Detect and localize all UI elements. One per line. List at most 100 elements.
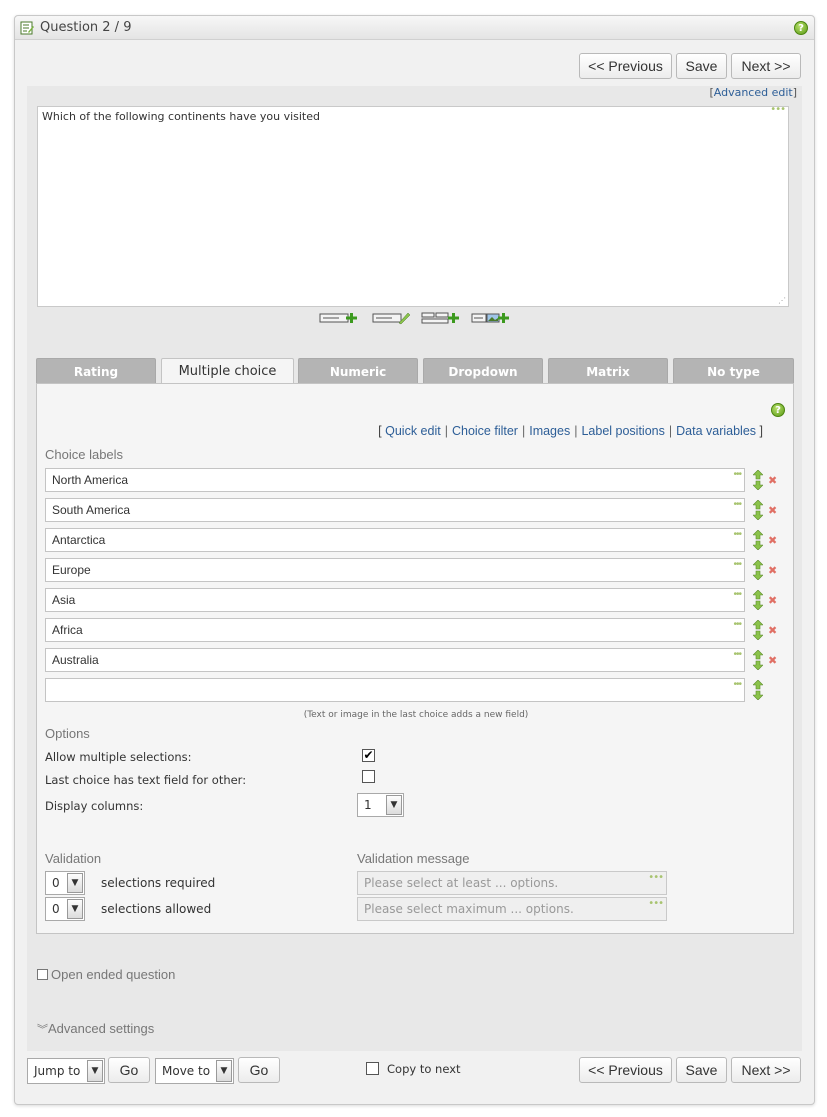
help-icon[interactable]: ? xyxy=(771,403,785,417)
sublinks-close: ] xyxy=(759,424,763,438)
move-arrows-icon[interactable] xyxy=(753,560,763,580)
choice-label: Antarctica xyxy=(52,533,106,547)
delete-icon[interactable]: ✖ xyxy=(768,624,777,637)
jump-to-select[interactable]: Jump to ▼ xyxy=(27,1058,105,1084)
validation-message-heading: Validation message xyxy=(357,851,470,866)
choice-row: North America ••• ✖ xyxy=(45,468,785,492)
delete-icon[interactable]: ✖ xyxy=(768,594,777,607)
delete-icon[interactable]: ✖ xyxy=(768,654,777,667)
save-button[interactable]: Save xyxy=(676,53,727,79)
selections-allowed-select[interactable]: 0 ▼ xyxy=(45,897,85,921)
copy-to-next-label: Copy to next xyxy=(387,1062,461,1076)
save-button[interactable]: Save xyxy=(676,1057,727,1083)
choice-input[interactable]: Australia ••• xyxy=(45,648,745,672)
delete-icon[interactable]: ✖ xyxy=(768,534,777,547)
open-ended-toggle[interactable]: Open ended question xyxy=(37,967,175,982)
edit-field-icon[interactable] xyxy=(372,311,412,325)
move-arrows-icon[interactable] xyxy=(753,650,763,670)
choice-input[interactable]: Asia ••• xyxy=(45,588,745,612)
tab-no-type[interactable]: No type xyxy=(673,358,794,384)
choice-input[interactable]: Antarctica ••• xyxy=(45,528,745,552)
expand-dots-icon[interactable]: ••• xyxy=(733,524,741,546)
question-text-input[interactable]: Which of the following continents have y… xyxy=(37,104,789,307)
question-type-tabs: Rating Multiple choice Numeric Dropdown … xyxy=(36,358,794,386)
move-arrows-icon[interactable] xyxy=(753,590,763,610)
move-arrows-icon[interactable] xyxy=(753,470,763,490)
min-message-input[interactable]: Please select at least ... options. ••• xyxy=(357,871,667,895)
jump-go-button[interactable]: Go xyxy=(108,1057,150,1083)
max-message-input[interactable]: Please select maximum ... options. ••• xyxy=(357,897,667,921)
delete-icon[interactable]: ✖ xyxy=(768,474,777,487)
move-arrows-icon[interactable] xyxy=(753,680,763,700)
previous-button[interactable]: << Previous xyxy=(579,1057,672,1083)
square-icon xyxy=(37,969,48,980)
choice-row: South America ••• ✖ xyxy=(45,498,785,522)
allow-multiple-label: Allow multiple selections: xyxy=(45,750,192,764)
tab-matrix[interactable]: Matrix xyxy=(548,358,668,384)
choice-input[interactable]: South America ••• xyxy=(45,498,745,522)
expand-dots-icon[interactable]: ••• xyxy=(733,614,741,636)
move-arrows-icon[interactable] xyxy=(753,500,763,520)
other-text-checkbox[interactable] xyxy=(362,770,375,783)
display-columns-select[interactable]: 1 ▼ xyxy=(357,793,404,817)
tab-numeric[interactable]: Numeric xyxy=(298,358,418,384)
open-ended-label: Open ended question xyxy=(51,967,176,982)
question-title: Question 2 / 9 xyxy=(40,20,132,35)
add-image-icon[interactable] xyxy=(471,311,511,325)
choice-filter-link[interactable]: Choice filter xyxy=(452,424,518,438)
help-icon[interactable]: ? xyxy=(794,21,808,35)
quick-edit-link[interactable]: Quick edit xyxy=(385,424,441,438)
next-button[interactable]: Next >> xyxy=(731,53,801,79)
tab-multiple-choice[interactable]: Multiple choice xyxy=(161,358,294,386)
previous-button[interactable]: << Previous xyxy=(579,53,672,79)
tab-dropdown[interactable]: Dropdown xyxy=(423,358,543,384)
copy-to-next-checkbox[interactable] xyxy=(366,1062,379,1075)
add-field-icon[interactable] xyxy=(319,311,359,325)
choice-row: Asia ••• ✖ xyxy=(45,588,785,612)
next-button[interactable]: Next >> xyxy=(731,1057,801,1083)
choice-input[interactable]: Europe ••• xyxy=(45,558,745,582)
expand-dots-icon[interactable]: ••• xyxy=(733,644,741,666)
content-area: [Advanced edit] Which of the following c… xyxy=(27,86,802,1051)
add-list-icon[interactable] xyxy=(421,311,461,325)
advanced-edit[interactable]: [Advanced edit] xyxy=(709,86,797,99)
chevron-down-icon[interactable]: ▼ xyxy=(87,1060,103,1082)
move-arrows-icon[interactable] xyxy=(753,530,763,550)
choice-input[interactable]: ••• xyxy=(45,678,745,702)
delete-icon[interactable]: ✖ xyxy=(768,504,777,517)
expand-dots-icon[interactable]: ••• xyxy=(733,464,741,486)
move-to-select[interactable]: Move to ▼ xyxy=(155,1058,234,1084)
expand-dots-icon[interactable]: ••• xyxy=(648,867,664,889)
choice-label: Asia xyxy=(52,593,76,607)
chevron-down-icon[interactable]: ▼ xyxy=(386,795,402,815)
images-link[interactable]: Images xyxy=(529,424,570,438)
delete-icon[interactable]: ✖ xyxy=(768,564,777,577)
choice-label: South America xyxy=(52,503,131,517)
selections-allowed-value: 0 xyxy=(52,902,60,916)
allow-multiple-checkbox[interactable]: ✔ xyxy=(362,749,375,762)
chevron-down-icon[interactable]: ▼ xyxy=(216,1060,232,1082)
move-to-label: Move to xyxy=(162,1064,211,1078)
choice-input[interactable]: North America ••• xyxy=(45,468,745,492)
move-arrows-icon[interactable] xyxy=(753,620,763,640)
choice-input[interactable]: Africa ••• xyxy=(45,618,745,642)
expand-dots-icon[interactable]: ••• xyxy=(733,554,741,576)
expand-dots-icon[interactable]: ••• xyxy=(733,584,741,606)
resize-grip-icon[interactable]: ⋰ xyxy=(778,296,786,305)
choice-labels-heading: Choice labels xyxy=(45,447,124,462)
tab-rating[interactable]: Rating xyxy=(36,358,156,384)
advanced-settings-toggle[interactable]: ︾Advanced settings xyxy=(37,1021,154,1037)
selections-required-select[interactable]: 0 ▼ xyxy=(45,871,85,895)
move-go-button[interactable]: Go xyxy=(238,1057,280,1083)
expand-dots-icon[interactable]: ••• xyxy=(770,104,786,115)
choice-hint: (Text or image in the last choice adds a… xyxy=(303,710,529,720)
label-positions-link[interactable]: Label positions xyxy=(581,424,664,438)
expand-dots-icon[interactable]: ••• xyxy=(648,893,664,915)
data-variables-link[interactable]: Data variables xyxy=(676,424,756,438)
chevron-down-icon[interactable]: ▼ xyxy=(67,873,83,893)
expand-dots-icon[interactable]: ••• xyxy=(733,494,741,516)
selections-required-value: 0 xyxy=(52,876,60,890)
chevron-down-icon[interactable]: ▼ xyxy=(67,899,83,919)
advanced-edit-link[interactable]: Advanced edit xyxy=(714,86,793,99)
expand-dots-icon[interactable]: ••• xyxy=(733,674,741,696)
